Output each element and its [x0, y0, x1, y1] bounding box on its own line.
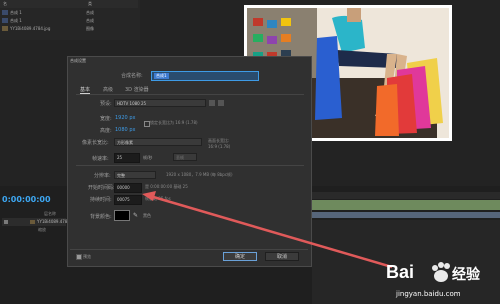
- watermark-url: jingyan.baidu.com: [396, 290, 461, 298]
- watermark-brand: Bai: [386, 262, 415, 282]
- watermark-brand-cn: 经验: [452, 267, 480, 283]
- baidu-watermark: Bai 经验 jingyan.baidu.com: [384, 256, 500, 304]
